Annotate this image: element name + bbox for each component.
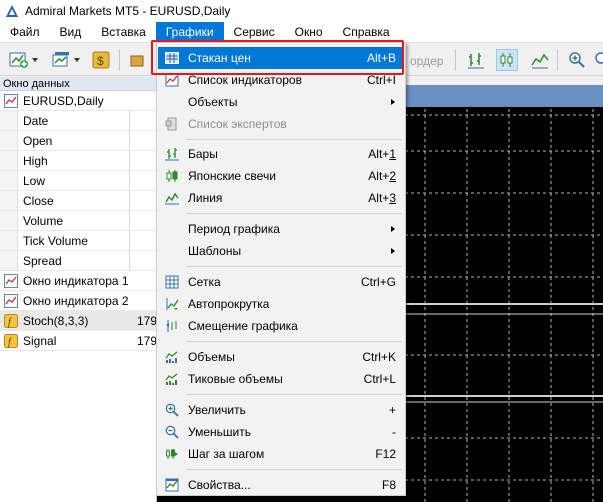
submenu-arrow-icon [391, 248, 395, 254]
indicator-window-row[interactable]: Окно индикатора 2 [0, 291, 156, 311]
data-field-label: Low [23, 173, 46, 188]
step-icon [164, 446, 180, 462]
charts-menu: Стакан цен Alt+B Список индикаторов Ctrl… [156, 42, 406, 496]
candlestick-mode-icon[interactable] [496, 49, 518, 71]
app-logo-icon [6, 5, 18, 17]
signal-label: Signal [23, 333, 57, 348]
menu-item-grid[interactable]: Сетка Ctrl+G [158, 271, 404, 293]
bar-chart-icon [164, 146, 180, 162]
menu-window[interactable]: Окно [285, 22, 333, 42]
market-watch-icon[interactable]: $ [90, 49, 112, 71]
data-field-row: Tick Volume [0, 231, 156, 251]
volumes-icon [164, 349, 180, 365]
chart-window-icon [4, 93, 18, 108]
zoom-in-icon [164, 402, 180, 418]
data-field-row: Volume [0, 211, 156, 231]
menu-item-objects[interactable]: Объекты [158, 91, 404, 113]
menu-item-templates[interactable]: Шаблоны [158, 240, 404, 262]
data-window-symbol: EURUSD,Daily [23, 93, 104, 108]
data-field-label: Volume [23, 213, 64, 228]
indicator-window-label: Окно индикатора 2 [23, 293, 129, 308]
menu-item-bars[interactable]: Бары Alt+1 [158, 143, 404, 165]
menu-item-candlesticks[interactable]: Японские свечи Alt+2 [158, 165, 404, 187]
indicator-window-label: Окно индикатора 1 [23, 273, 129, 288]
menu-item-chart-shift[interactable]: Смещение графика [158, 315, 404, 337]
data-field-label: Tick Volume [23, 233, 88, 248]
title-bar: Admiral Markets MT5 - EURUSD,Daily [0, 0, 603, 22]
menu-item-step-by-step[interactable]: Шаг за шагом F12 [158, 443, 404, 465]
highlight-annotation [151, 40, 404, 75]
menu-item-volumes[interactable]: Объемы Ctrl+K [158, 346, 404, 368]
menu-view[interactable]: Вид [50, 22, 92, 42]
data-field-label: Spread [23, 253, 62, 268]
grid-icon [164, 274, 180, 290]
profiles-icon[interactable] [50, 49, 72, 71]
data-window-header: Окно данных [0, 77, 156, 91]
data-field-label: Date [23, 113, 49, 128]
menu-file[interactable]: Файл [0, 22, 50, 42]
strategy-tester-icon[interactable] [127, 49, 149, 71]
data-field-row: Date [0, 111, 156, 131]
menu-item-autoscroll[interactable]: Автопрокрутка [158, 293, 404, 315]
data-window: Окно данных EURUSD,Daily Date Open High … [0, 77, 157, 502]
menu-item-properties[interactable]: Свойства... F8 [158, 474, 404, 496]
new-order-label[interactable]: ордер [410, 54, 443, 68]
menu-item-tick-volumes[interactable]: Тиковые объемы Ctrl+L [158, 368, 404, 390]
zoom-in-toolbar-icon[interactable] [566, 49, 588, 71]
zoom-out-toolbar-icon[interactable] [590, 49, 603, 71]
new-chart-icon[interactable] [8, 49, 30, 71]
chart-grid [405, 109, 603, 502]
menu-bar: Файл Вид Вставка Графики Сервис Окно Спр… [0, 22, 603, 42]
menu-item-zoom-in[interactable]: Увеличить + [158, 399, 404, 421]
profiles-dropdown-icon[interactable] [74, 58, 80, 62]
menu-item-zoom-out[interactable]: Уменьшить - [158, 421, 404, 443]
properties-icon [164, 477, 180, 493]
window-title: Admiral Markets MT5 - EURUSD,Daily [25, 4, 231, 18]
menu-item-experts-list: Список экспертов [158, 113, 404, 135]
signal-row[interactable]: f Signal 179 [0, 331, 158, 351]
chart-shift-icon [164, 318, 180, 334]
zoom-out-icon [164, 424, 180, 440]
stoch-row[interactable]: f Stoch(8,3,3) 179 [0, 311, 158, 331]
data-field-label: Close [23, 193, 54, 208]
stoch-value: 179 [137, 313, 158, 328]
autoscroll-icon [164, 296, 180, 312]
data-window-symbol-row[interactable]: EURUSD,Daily [0, 91, 156, 111]
menu-item-timeframe[interactable]: Период графика [158, 218, 404, 240]
submenu-arrow-icon [391, 226, 395, 232]
data-field-row: Spread [0, 251, 156, 271]
new-chart-dropdown-icon[interactable] [32, 58, 38, 62]
line-chart-icon [164, 190, 180, 206]
tick-volumes-icon [164, 371, 180, 387]
chart-window-icon [4, 293, 18, 308]
menu-tools[interactable]: Сервис [224, 22, 285, 42]
data-field-label: High [23, 153, 48, 168]
candlestick-icon [164, 168, 180, 184]
function-icon: f [4, 313, 18, 328]
function-icon: f [4, 333, 18, 348]
line-chart-mode-icon[interactable] [529, 49, 551, 71]
menu-help[interactable]: Справка [333, 22, 400, 42]
experts-list-icon [164, 116, 180, 132]
bar-chart-mode-icon[interactable] [465, 49, 487, 71]
data-field-row: High [0, 151, 156, 171]
svg-text:$: $ [97, 54, 104, 68]
stoch-label: Stoch(8,3,3) [23, 313, 89, 328]
chart-window-icon [4, 273, 18, 288]
menu-charts[interactable]: Графики [155, 22, 224, 42]
submenu-arrow-icon [391, 99, 395, 105]
data-field-row: Open [0, 131, 156, 151]
data-field-row: Close [0, 191, 156, 211]
chart-window-caption [402, 85, 603, 107]
menu-item-line[interactable]: Линия Alt+3 [158, 187, 404, 209]
data-field-label: Open [23, 133, 53, 148]
data-field-row: Low [0, 171, 156, 191]
signal-value: 179 [137, 333, 158, 348]
menu-insert[interactable]: Вставка [91, 22, 156, 42]
indicator-window-row[interactable]: Окно индикатора 1 [0, 271, 156, 291]
